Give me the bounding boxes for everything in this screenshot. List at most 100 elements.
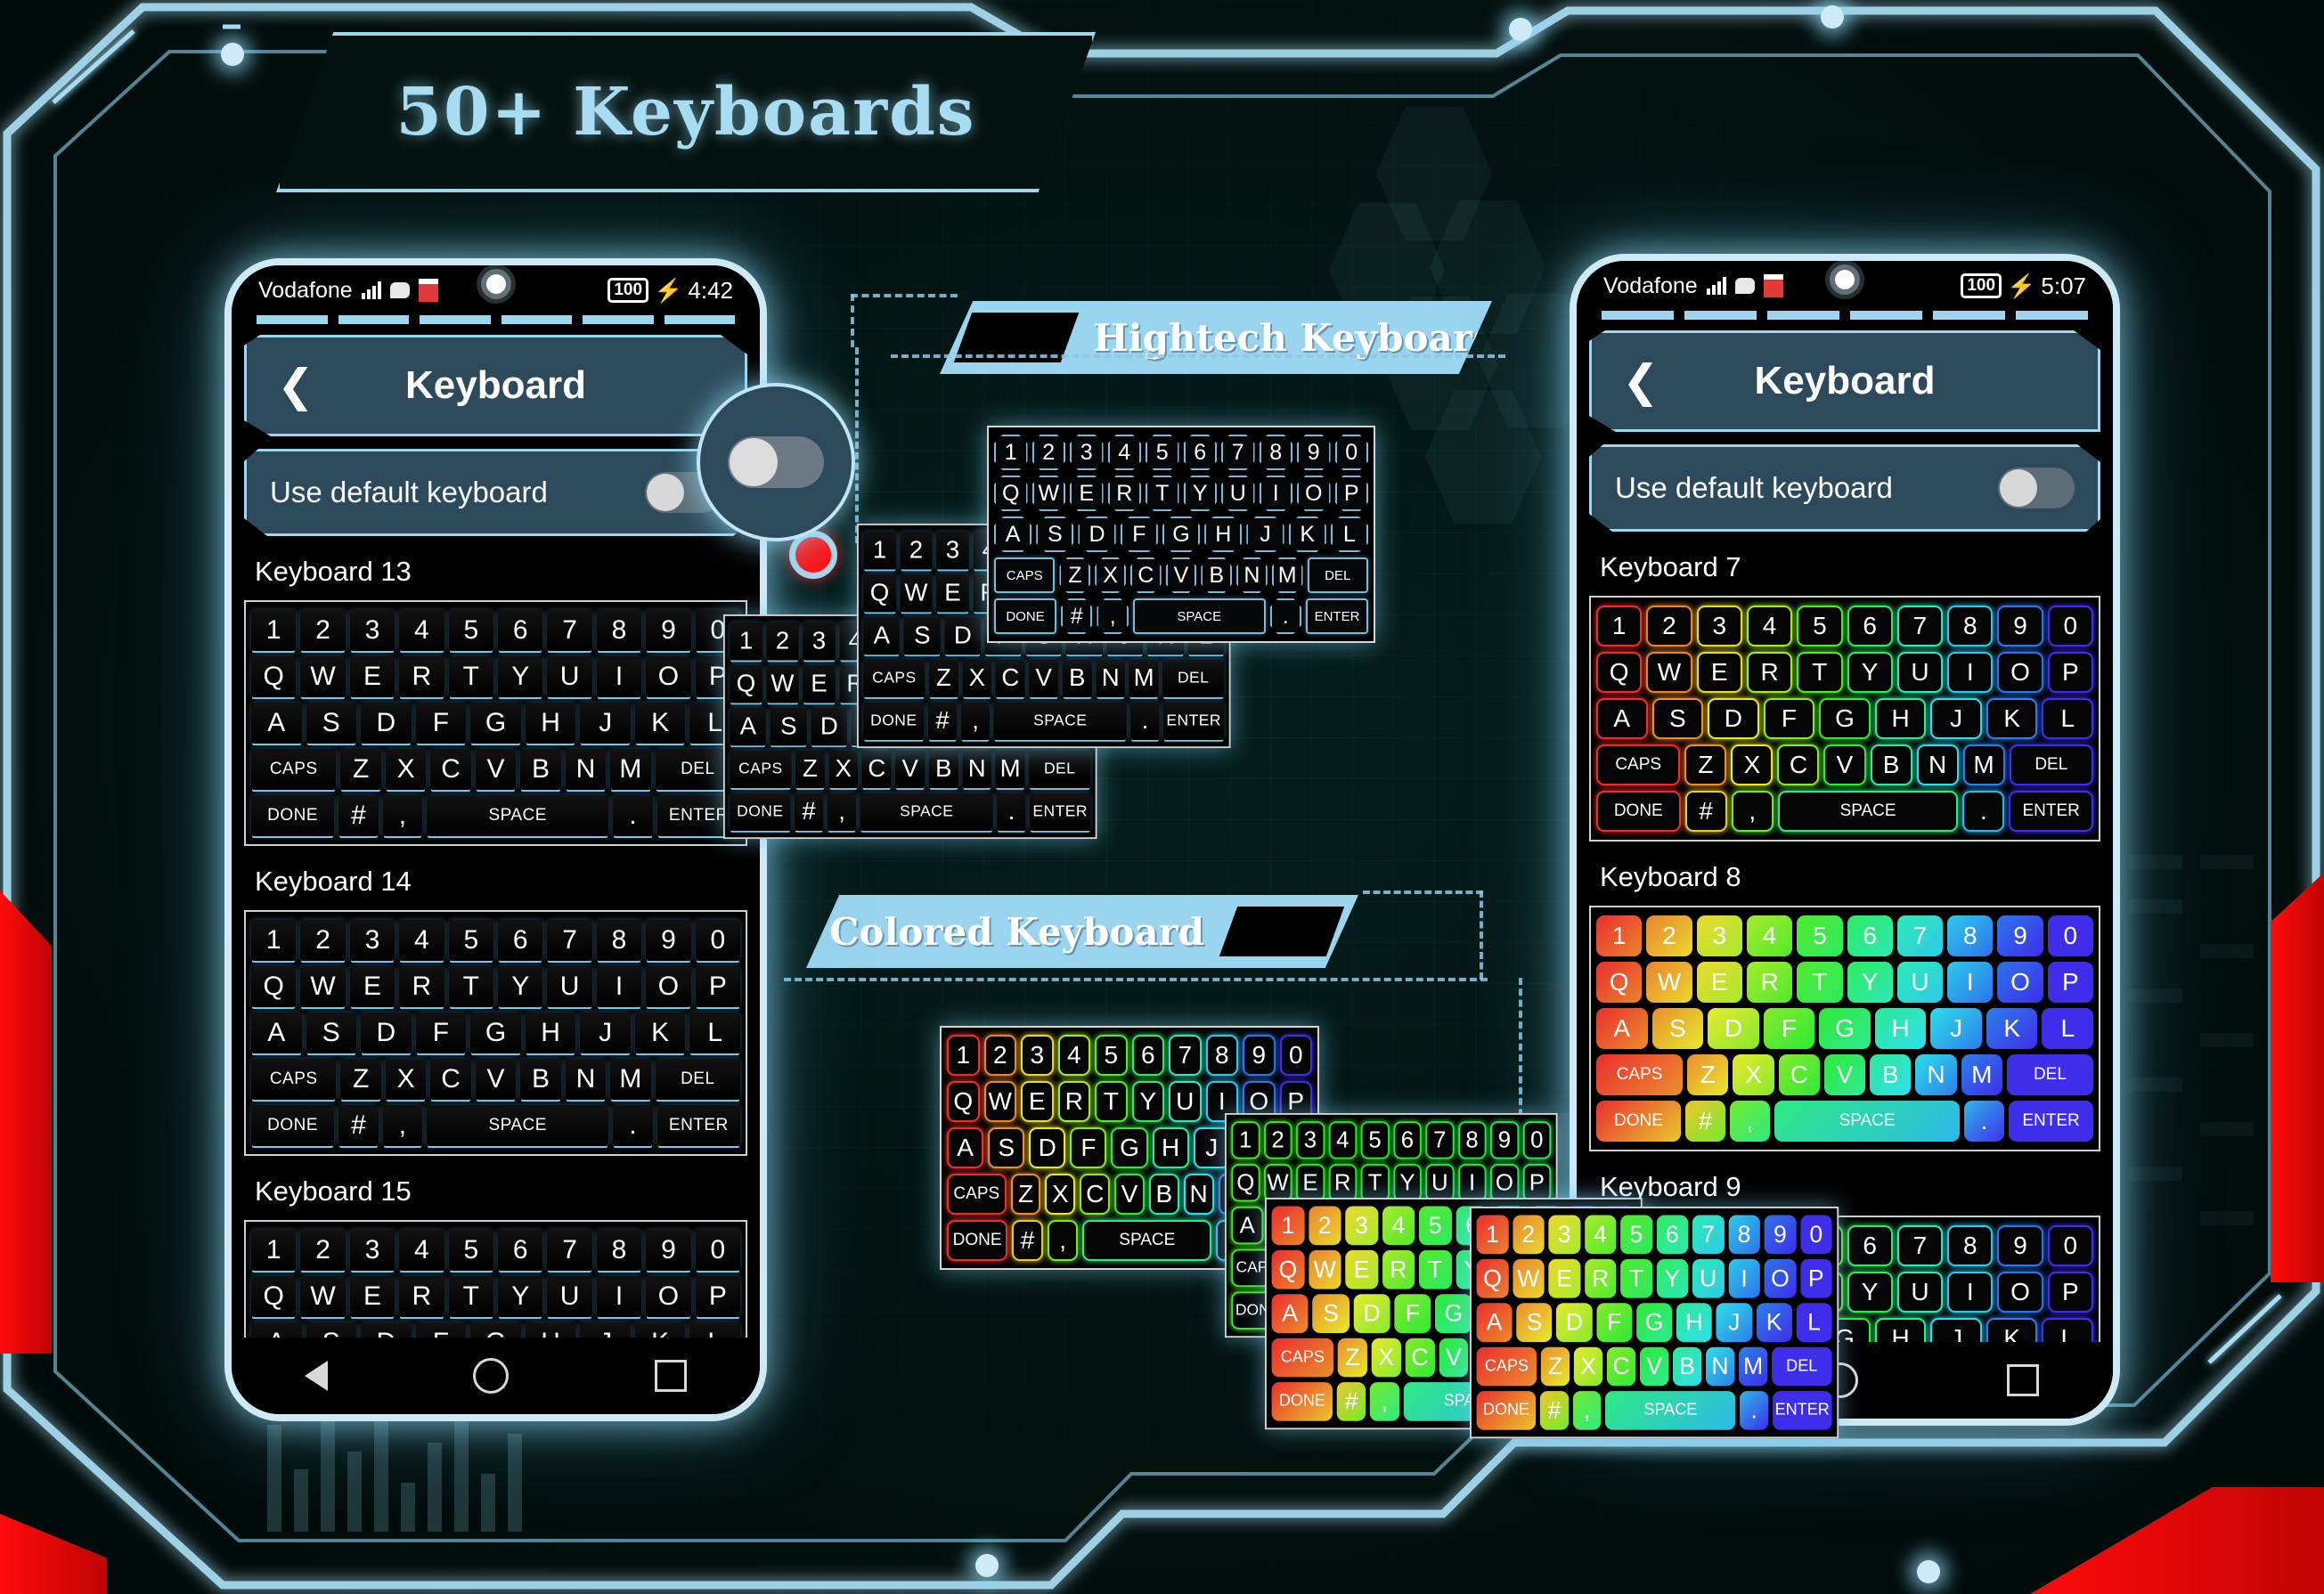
key-space[interactable]: SPACE	[427, 1105, 609, 1146]
key-l[interactable]: L	[2042, 1008, 2094, 1049]
key-u[interactable]: U	[1896, 1272, 1944, 1313]
key-period[interactable]: .	[1130, 702, 1160, 740]
key-h[interactable]: H	[1874, 1008, 1927, 1049]
key-8[interactable]: 8	[596, 920, 642, 961]
key-w[interactable]: W	[900, 574, 933, 613]
key-y[interactable]: Y	[1131, 1081, 1164, 1122]
key-j[interactable]: J	[1930, 1008, 1982, 1049]
key-2[interactable]: 2	[300, 920, 346, 961]
key-7[interactable]: 7	[547, 1230, 592, 1271]
key-l[interactable]: L	[1796, 1303, 1832, 1342]
key-9[interactable]: 9	[1490, 1121, 1519, 1159]
key-3[interactable]: 3	[349, 920, 395, 961]
key-e[interactable]: E	[936, 574, 969, 613]
key-j[interactable]: J	[580, 703, 631, 744]
key-w[interactable]: W	[1646, 962, 1692, 1003]
key-q[interactable]: Q	[863, 574, 896, 613]
key-w[interactable]: W	[983, 1081, 1016, 1122]
key-u[interactable]: U	[547, 966, 592, 1007]
key-u[interactable]: U	[1425, 1164, 1455, 1202]
key-p[interactable]: P	[695, 966, 741, 1007]
key-9[interactable]: 9	[1997, 915, 2043, 956]
key-i[interactable]: I	[596, 1276, 642, 1317]
key-s[interactable]: S	[1036, 516, 1074, 552]
key-9[interactable]: 9	[646, 920, 691, 961]
key-3[interactable]: 3	[1345, 1206, 1378, 1246]
key-done[interactable]: DONE	[863, 702, 925, 740]
key-g[interactable]: G	[1162, 516, 1201, 552]
key-q[interactable]: Q	[250, 656, 297, 697]
key-done[interactable]: DONE	[1476, 1391, 1537, 1430]
key-d[interactable]: D	[361, 1013, 412, 1053]
key-1[interactable]: 1	[250, 920, 297, 961]
key-w[interactable]: W	[1263, 1164, 1292, 1202]
key-8[interactable]: 8	[1947, 915, 1994, 956]
key-2[interactable]: 2	[300, 1230, 346, 1271]
key-v[interactable]: V	[475, 749, 517, 790]
key-space[interactable]: SPACE	[993, 702, 1127, 740]
key-v[interactable]: V	[1639, 1346, 1669, 1387]
key-enter[interactable]: ENTER	[1030, 793, 1091, 831]
key-s[interactable]: S	[1516, 1303, 1553, 1342]
key-x[interactable]: X	[385, 1059, 427, 1100]
key-j[interactable]: J	[1246, 516, 1284, 552]
key-v[interactable]: V	[1165, 557, 1197, 593]
key-2[interactable]: 2	[1263, 1121, 1292, 1159]
key-q[interactable]: Q	[1271, 1249, 1305, 1289]
key-space[interactable]: SPACE	[427, 795, 609, 836]
key-q[interactable]: Q	[947, 1081, 980, 1122]
key-t[interactable]: T	[1360, 1164, 1390, 1202]
key-9[interactable]: 9	[1764, 1215, 1797, 1255]
key-i[interactable]: I	[596, 656, 642, 697]
app-header-right[interactable]: ❮ Keyboard	[1589, 330, 2100, 432]
keyboard-preview-13[interactable]: 1 2 3 4 5 6 7 8 9 0 Q W E R T Y U I O P A S D F G H J K L CAPS Z X C V B N M…	[244, 600, 747, 846]
key-a[interactable]: A	[1271, 1294, 1309, 1333]
key-i[interactable]: I	[1947, 652, 1994, 693]
key-del[interactable]: DEL	[2009, 744, 2093, 785]
key-9[interactable]: 9	[1997, 1225, 2043, 1266]
key-f[interactable]: F	[1394, 1294, 1431, 1333]
key-x[interactable]: X	[385, 749, 427, 790]
key-r[interactable]: R	[399, 656, 444, 697]
floating-keyboard-hightech-2[interactable]: 1 2 3 4 5 6 7 8 9 0 Q W E R T Y U I O P A S D F G H J K L CAPS Z X C V B N M…	[987, 426, 1375, 643]
key-c[interactable]: C	[861, 750, 892, 789]
key-e[interactable]: E	[803, 665, 836, 703]
key-8[interactable]: 8	[1947, 606, 1994, 647]
key-6[interactable]: 6	[498, 1230, 543, 1271]
key-2[interactable]: 2	[1032, 435, 1065, 470]
key-k[interactable]: K	[1986, 698, 2038, 739]
key-b[interactable]: B	[1148, 1174, 1179, 1215]
key-i[interactable]: I	[1259, 476, 1292, 511]
app-header-left[interactable]: ❮ Keyboard	[244, 335, 747, 436]
key-z[interactable]: Z	[1059, 557, 1091, 593]
key-q[interactable]: Q	[1596, 962, 1643, 1003]
key-m[interactable]: M	[1129, 659, 1159, 698]
key-a[interactable]: A	[1595, 698, 1648, 739]
key-p[interactable]: P	[2047, 1272, 2093, 1313]
key-hash[interactable]: #	[338, 1105, 379, 1146]
key-3[interactable]: 3	[1070, 435, 1104, 470]
key-c[interactable]: C	[1080, 1174, 1111, 1215]
key-2[interactable]: 2	[1308, 1206, 1341, 1246]
key-3[interactable]: 3	[1696, 606, 1742, 647]
key-space[interactable]: SPACE	[1774, 1101, 1960, 1142]
key-u[interactable]: U	[1896, 652, 1944, 693]
key-z[interactable]: Z	[1010, 1174, 1041, 1215]
key-del[interactable]: DEL	[1029, 750, 1091, 789]
key-k[interactable]: K	[1986, 1008, 2038, 1049]
key-x[interactable]: X	[1574, 1346, 1603, 1387]
key-e[interactable]: E	[1696, 962, 1742, 1003]
key-comma[interactable]: ,	[1572, 1391, 1602, 1430]
key-p[interactable]: P	[1799, 1258, 1832, 1298]
key-7[interactable]: 7	[1896, 606, 1944, 647]
key-g[interactable]: G	[470, 1013, 521, 1053]
key-3[interactable]: 3	[349, 610, 395, 651]
recents-square-icon[interactable]	[655, 1360, 688, 1392]
key-p[interactable]: P	[695, 1276, 741, 1317]
key-v[interactable]: V	[1823, 1054, 1866, 1095]
key-period[interactable]: .	[1269, 598, 1301, 634]
key-9[interactable]: 9	[646, 610, 691, 651]
key-done[interactable]: DONE	[1596, 1101, 1681, 1142]
key-done[interactable]: DONE	[947, 1220, 1008, 1261]
key-del[interactable]: DEL	[2006, 1054, 2093, 1095]
